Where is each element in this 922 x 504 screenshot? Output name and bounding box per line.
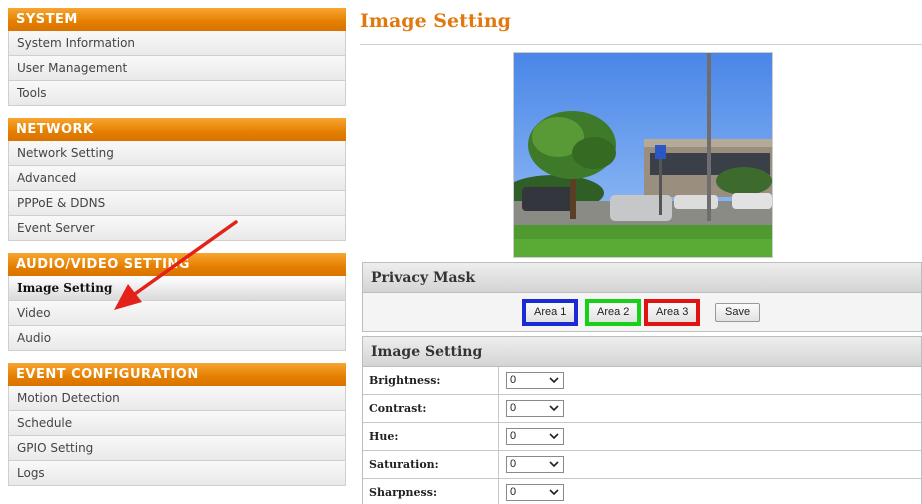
area-3-button[interactable]: Area 3 bbox=[644, 299, 701, 326]
sidebar: SYSTEM System Information User Managemen… bbox=[8, 8, 346, 498]
chevron-down-icon bbox=[549, 489, 559, 496]
image-setting-heading: Image Setting bbox=[363, 337, 921, 367]
sharpness-value: 0 bbox=[510, 486, 517, 498]
sidebar-item-video[interactable]: Video bbox=[8, 301, 346, 326]
brightness-row: Brightness: 0 bbox=[363, 367, 921, 395]
sidebar-item-tools[interactable]: Tools bbox=[8, 81, 346, 106]
brightness-select[interactable]: 0 bbox=[506, 372, 564, 389]
page-title: Image Setting bbox=[360, 10, 511, 32]
image-setting-panel: Image Setting Brightness: 0 Contrast: 0 … bbox=[362, 336, 922, 504]
contrast-label: Contrast: bbox=[363, 395, 499, 422]
sidebar-item-gpio-setting[interactable]: GPIO Setting bbox=[8, 436, 346, 461]
privacy-mask-controls: Area 1 Area 2 Area 3 Save bbox=[363, 293, 921, 331]
sharpness-select[interactable]: 0 bbox=[506, 484, 564, 501]
section-system: SYSTEM System Information User Managemen… bbox=[8, 8, 346, 106]
saturation-value: 0 bbox=[510, 458, 517, 470]
section-network: NETWORK Network Setting Advanced PPPoE &… bbox=[8, 118, 346, 241]
section-audio-video: AUDIO/VIDEO SETTING Image Setting Video … bbox=[8, 253, 346, 351]
privacy-mask-heading: Privacy Mask bbox=[363, 263, 921, 293]
area-1-button[interactable]: Area 1 bbox=[522, 299, 579, 326]
camera-image bbox=[514, 53, 772, 257]
sidebar-item-audio[interactable]: Audio bbox=[8, 326, 346, 351]
sidebar-item-pppoe-ddns[interactable]: PPPoE & DDNS bbox=[8, 191, 346, 216]
brightness-value: 0 bbox=[510, 374, 517, 386]
hue-label: Hue: bbox=[363, 423, 499, 450]
main-content: Image Setting Privacy Mask Area 1 Area 2… bbox=[352, 0, 922, 504]
sharpness-row: Sharpness: 0 bbox=[363, 479, 921, 504]
hue-value: 0 bbox=[510, 430, 517, 442]
sidebar-item-motion-detection[interactable]: Motion Detection bbox=[8, 386, 346, 411]
camera-preview bbox=[513, 52, 773, 258]
area-2-button[interactable]: Area 2 bbox=[585, 299, 642, 326]
chevron-down-icon bbox=[549, 461, 559, 468]
section-title-network: NETWORK bbox=[8, 118, 346, 141]
sidebar-item-schedule[interactable]: Schedule bbox=[8, 411, 346, 436]
title-divider bbox=[360, 44, 922, 45]
sidebar-item-user-management[interactable]: User Management bbox=[8, 56, 346, 81]
saturation-select[interactable]: 0 bbox=[506, 456, 564, 473]
section-title-system: SYSTEM bbox=[8, 8, 346, 31]
hue-row: Hue: 0 bbox=[363, 423, 921, 451]
chevron-down-icon bbox=[549, 405, 559, 412]
sidebar-item-event-server[interactable]: Event Server bbox=[8, 216, 346, 241]
sidebar-item-network-setting[interactable]: Network Setting bbox=[8, 141, 346, 166]
hue-select[interactable]: 0 bbox=[506, 428, 564, 445]
privacy-mask-panel: Privacy Mask Area 1 Area 2 Area 3 Save bbox=[362, 262, 922, 332]
save-button[interactable]: Save bbox=[715, 303, 761, 322]
brightness-label: Brightness: bbox=[363, 367, 499, 394]
contrast-value: 0 bbox=[510, 402, 517, 414]
chevron-down-icon bbox=[549, 433, 559, 440]
sidebar-item-logs[interactable]: Logs bbox=[8, 461, 346, 486]
sidebar-item-image-setting[interactable]: Image Setting bbox=[8, 276, 346, 301]
chevron-down-icon bbox=[549, 377, 559, 384]
contrast-row: Contrast: 0 bbox=[363, 395, 921, 423]
section-event-configuration: EVENT CONFIGURATION Motion Detection Sch… bbox=[8, 363, 346, 486]
sidebar-item-advanced[interactable]: Advanced bbox=[8, 166, 346, 191]
contrast-select[interactable]: 0 bbox=[506, 400, 564, 417]
sidebar-item-system-information[interactable]: System Information bbox=[8, 31, 346, 56]
saturation-row: Saturation: 0 bbox=[363, 451, 921, 479]
section-title-event-configuration: EVENT CONFIGURATION bbox=[8, 363, 346, 386]
saturation-label: Saturation: bbox=[363, 451, 499, 478]
sharpness-label: Sharpness: bbox=[363, 479, 499, 504]
section-title-audio-video: AUDIO/VIDEO SETTING bbox=[8, 253, 346, 276]
